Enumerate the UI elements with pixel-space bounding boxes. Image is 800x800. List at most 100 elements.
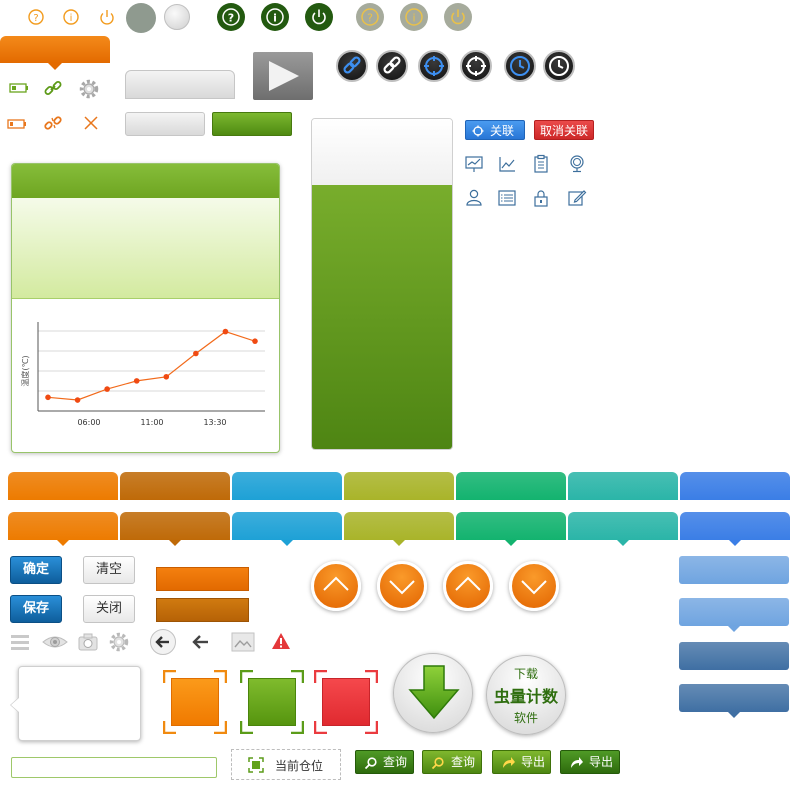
target-white-circle-button[interactable] (460, 50, 492, 82)
download-software-button[interactable]: 下载 虫量计数 软件 (486, 655, 566, 735)
svg-text:?: ? (228, 12, 234, 25)
query-button[interactable]: 查询 (422, 750, 482, 774)
close-label: 关闭 (95, 601, 122, 616)
chevron-down-button[interactable] (377, 561, 427, 611)
help-dark-icon[interactable]: ? (216, 2, 246, 32)
blue-bar-4[interactable] (679, 684, 789, 718)
warning-icon (272, 633, 290, 649)
chevron-down-button-2[interactable] (509, 561, 559, 611)
download-arrow-button[interactable] (393, 653, 473, 733)
color-tab-pointer-2[interactable] (120, 512, 230, 546)
power-dark-icon[interactable] (304, 2, 334, 32)
search-icon (431, 757, 444, 770)
color-tab-pointer-6[interactable] (568, 512, 678, 546)
crosshair-icon (466, 56, 486, 76)
info-dark-icon[interactable]: i (260, 2, 290, 32)
unlink-association-button[interactable]: 取消关联 (534, 120, 594, 140)
edit-icon[interactable] (567, 188, 587, 208)
link-blue-circle-button[interactable] (336, 50, 368, 82)
color-tab-5[interactable] (456, 472, 566, 500)
list-icon[interactable] (497, 188, 517, 208)
grey-tab[interactable] (125, 70, 235, 99)
color-tab-pointer-4[interactable] (344, 512, 454, 546)
color-tab-pointer-3[interactable] (232, 512, 342, 546)
clock-blue-circle-button[interactable] (504, 50, 536, 82)
color-tab-7[interactable] (680, 472, 790, 500)
orange-bar-button[interactable] (156, 567, 249, 591)
presentation-chart-icon[interactable] (464, 154, 484, 174)
export-button[interactable]: 导出 (492, 750, 551, 774)
globe-icon[interactable] (567, 154, 587, 174)
chart-grid (38, 330, 265, 392)
eye-icon[interactable] (42, 632, 68, 652)
user-icon[interactable] (464, 188, 484, 208)
grey-button[interactable] (125, 112, 205, 136)
line-chart: 温度(℃) 06:00 11:00 13:30 (20, 322, 265, 427)
save-label: 保存 (22, 601, 49, 616)
green-selection-frame[interactable] (240, 670, 304, 734)
svg-text:?: ? (367, 12, 373, 25)
chart-card: 温度(℃) 06:00 11:00 13:30 (11, 163, 280, 453)
blue-bar-1[interactable] (679, 556, 789, 584)
blue-bar-3[interactable] (679, 642, 789, 670)
link-green-icon[interactable] (43, 78, 63, 98)
data-point-7 (222, 328, 229, 335)
data-point-8 (252, 338, 258, 344)
close-orange-icon[interactable] (82, 114, 100, 132)
line-chart-icon[interactable] (497, 154, 517, 174)
save-button[interactable]: 保存 (10, 595, 62, 623)
confirm-button[interactable]: 确定 (10, 556, 62, 584)
close-button[interactable]: 关闭 (83, 595, 135, 623)
confirm-label: 确定 (22, 562, 49, 577)
info-outline-icon[interactable]: i (61, 7, 81, 27)
current-position-button[interactable]: 当前仓位 (231, 749, 341, 780)
clock-white-circle-button[interactable] (543, 50, 575, 82)
x-tick-label-1: 06:00 (77, 418, 100, 427)
orange-tab[interactable] (0, 36, 110, 63)
download-arrow-icon (408, 665, 460, 720)
color-tab-4[interactable] (344, 472, 454, 500)
color-tab-6[interactable] (568, 472, 678, 500)
gear-grey-icon[interactable] (77, 77, 101, 101)
back-circle-icon[interactable] (149, 628, 177, 656)
query-button-dark[interactable]: 查询 (355, 750, 414, 774)
blue-bar-2[interactable] (679, 598, 789, 632)
lock-icon[interactable] (531, 188, 551, 208)
orange-selection-frame[interactable] (163, 670, 227, 734)
green-button[interactable] (212, 112, 292, 136)
chevron-up-button[interactable] (311, 561, 361, 611)
data-point-1 (45, 394, 51, 401)
menu-icon[interactable] (9, 631, 31, 653)
grey-disc-icon (126, 3, 156, 33)
export-button-dark[interactable]: 导出 (560, 750, 620, 774)
video-play-button[interactable] (253, 52, 313, 100)
camera-icon[interactable] (77, 631, 99, 653)
data-point-5 (163, 373, 170, 380)
color-tab-pointer-7[interactable] (680, 512, 790, 546)
color-tab-3[interactable] (232, 472, 342, 500)
red-selection-frame[interactable] (314, 670, 378, 734)
target-blue-circle-button[interactable] (418, 50, 450, 82)
brown-bar-button[interactable] (156, 598, 249, 622)
info-disabled-icon: i (400, 3, 428, 31)
image-icon[interactable] (231, 631, 255, 653)
color-tab-1[interactable] (8, 472, 118, 500)
power-outline-icon[interactable] (97, 7, 117, 27)
link-white-circle-button[interactable] (376, 50, 408, 82)
gear-icon[interactable] (107, 630, 131, 654)
broken-link-orange-icon[interactable] (43, 113, 63, 133)
clipboard-icon[interactable] (531, 154, 551, 174)
color-tab-pointer-1[interactable] (8, 512, 118, 546)
crosshair-icon (472, 125, 484, 137)
text-input[interactable] (11, 757, 217, 778)
link-association-button[interactable]: 关联 (465, 120, 525, 140)
color-tab-pointer-5[interactable] (456, 512, 566, 546)
color-tab-2[interactable] (120, 472, 230, 500)
x-tick-label-2: 11:00 (140, 418, 163, 427)
play-icon (269, 61, 299, 91)
arrow-left-icon[interactable] (190, 631, 212, 653)
chevron-up-button-2[interactable] (443, 561, 493, 611)
help-outline-icon[interactable]: ? (26, 7, 46, 27)
clear-button[interactable]: 清空 (83, 556, 135, 584)
chart-xticks: 06:00 11:00 13:30 (77, 418, 226, 427)
